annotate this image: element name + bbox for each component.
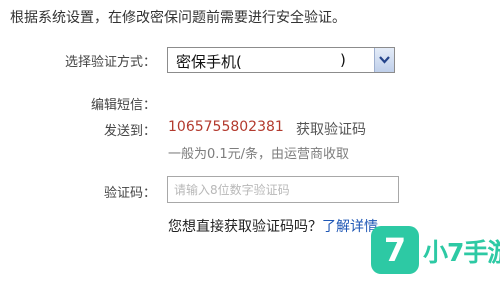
fee-note: 一般为0.1元/条，由运营商收取 — [168, 147, 350, 162]
verify-method-selected: 密保手机( — [176, 53, 242, 71]
verify-method-selected-tail: ) — [340, 51, 346, 69]
verify-method-select[interactable]: 密保手机( ) — [167, 47, 395, 73]
intro-text: 根据系统设置，在修改密保问题前需要进行安全验证。 — [10, 10, 346, 26]
code-label: 验证码： — [103, 186, 156, 201]
edit-sms-label: 编辑短信： — [90, 98, 156, 113]
watermark-logo-icon: 7 — [371, 226, 419, 274]
site-watermark: 7 小7手游 — [371, 226, 500, 278]
chevron-down-icon[interactable] — [374, 48, 394, 72]
help-question-line: 您想直接获取验证码吗？了解详情 — [168, 216, 378, 236]
get-code-button[interactable]: 获取验证码 — [296, 119, 366, 139]
send-to-label: 发送到： — [103, 124, 156, 139]
watermark-badge-text: 7 — [383, 231, 407, 269]
watermark-text: 小7手游 — [423, 238, 500, 267]
help-question: 您想直接获取验证码吗？ — [168, 219, 322, 235]
sms-phone-number: 1065755802381 — [168, 119, 284, 135]
code-input[interactable] — [167, 176, 399, 203]
verify-method-label: 选择验证方式： — [64, 55, 156, 70]
details-link[interactable]: 了解详情 — [322, 219, 378, 235]
